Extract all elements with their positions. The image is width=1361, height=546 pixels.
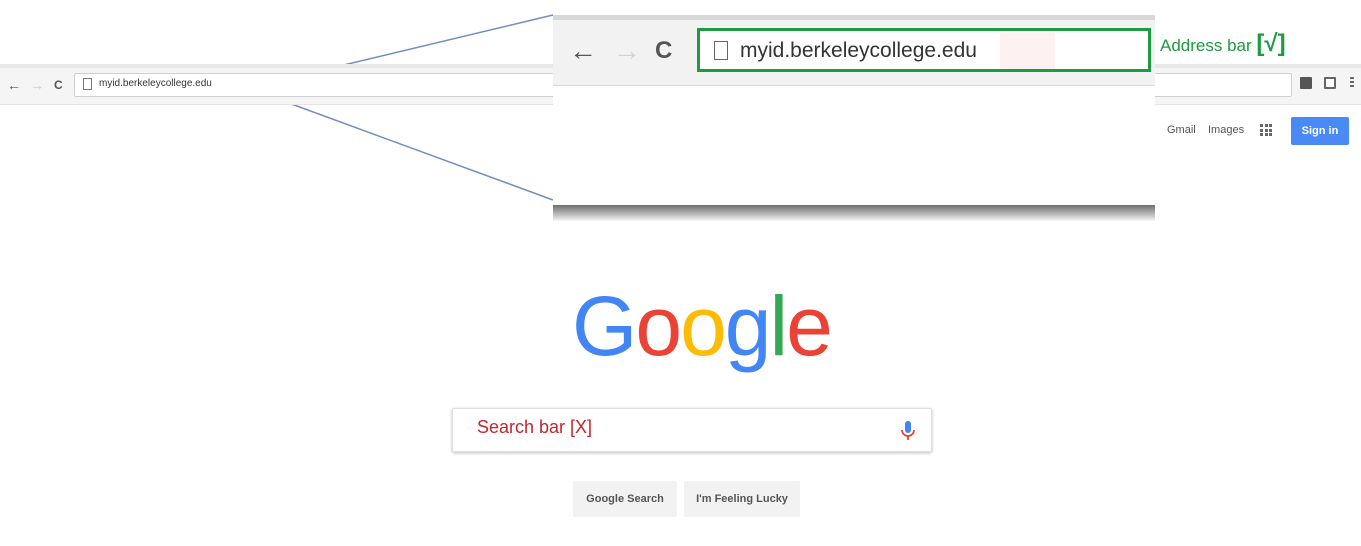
logo-letter-g: G [572,279,637,373]
callout-address-bar: myid.berkeleycollege.edu [697,28,1151,72]
address-bar-annotation-text: Address bar [1160,36,1252,55]
callout-address-url: myid.berkeleycollege.edu [740,39,977,62]
address-bar-annotation: Address bar [√] [1160,30,1286,58]
logo-letter-o1: o [635,279,682,373]
google-search-button[interactable]: Google Search [573,481,677,517]
page-icon [83,78,92,90]
checkmark-bracket-close: ] [1277,30,1286,57]
sign-in-button[interactable]: Sign in [1291,117,1349,145]
logo-letter-o2: o [680,279,727,373]
callout-toolbar: ← → C myid.berkeleycollege.edu [553,15,1155,86]
logo-letter-l: l [769,279,789,373]
callout-tab-strip-edge [553,15,1155,20]
google-logo: Google [572,276,833,376]
forward-arrow-icon[interactable]: → [30,78,44,92]
zoomed-address-bar-callout: ← → C myid.berkeleycollege.edu [553,15,1155,205]
callout-back-arrow-icon: ← [569,35,597,66]
extension-icon[interactable] [1300,77,1312,89]
feeling-lucky-button[interactable]: I'm Feeling Lucky [684,481,800,517]
back-arrow-icon[interactable]: ← [7,78,21,92]
logo-letter-e: e [786,279,833,373]
callout-reload-icon: C [655,37,673,64]
callout-shadow [553,205,1155,221]
microphone-icon[interactable] [899,420,917,442]
search-bar-annotation: Search bar [X] [477,417,593,437]
callout-url-fade [1000,33,1055,69]
logo-letter-g2: g [724,279,772,373]
address-bar-url: myid.berkeleycollege.edu [99,78,212,89]
apps-grid-icon[interactable] [1260,124,1272,136]
reload-icon[interactable]: C [54,78,63,92]
callout-forward-arrow-icon: → [613,35,641,66]
checkmark-icon: √ [1264,30,1278,57]
images-link[interactable]: Images [1208,124,1244,136]
callout-page-icon [714,41,728,60]
gmail-link[interactable]: Gmail [1167,124,1196,136]
extension-icon-2[interactable] [1324,77,1336,89]
menu-icon[interactable] [1350,77,1354,89]
search-input[interactable]: Search bar [X] [452,408,932,452]
